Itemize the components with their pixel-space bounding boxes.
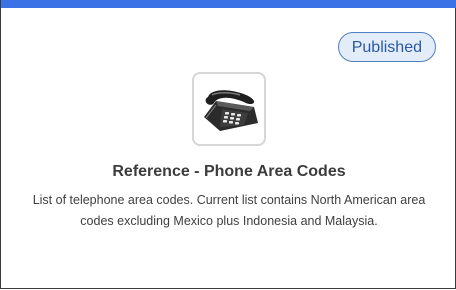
status-badge: Published [337,32,436,62]
telephone-icon [204,90,258,131]
card-title: Reference - Phone Area Codes [112,163,346,180]
card-accent-bar [1,0,456,8]
card-description: List of telephone area codes. Current li… [32,193,426,228]
dataset-card[interactable]: Published Reference - Phone Area Codes L… [0,0,456,289]
card-thumbnail [192,72,266,146]
